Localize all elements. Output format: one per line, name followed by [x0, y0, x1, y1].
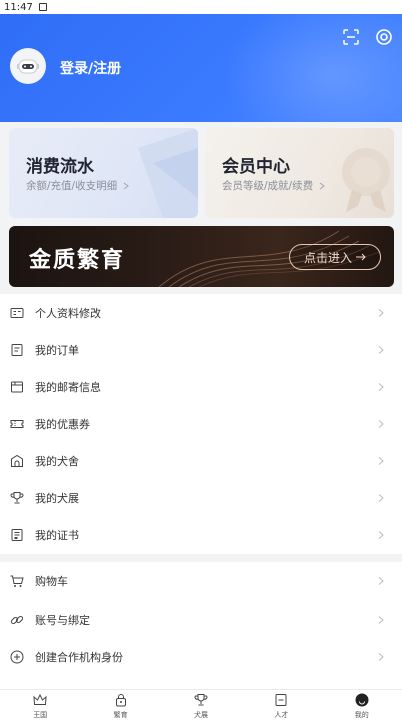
menu-item-label: 账号与绑定 [35, 613, 90, 627]
chevron-right-icon [378, 615, 384, 624]
login-register-link[interactable]: 登录/注册 [60, 58, 121, 78]
chevron-right-icon [319, 182, 325, 189]
arrow-right-icon [356, 253, 366, 261]
tab-label: 我的 [354, 711, 369, 719]
consume-card-subtitle-text: 余额/充值/收支明细 [26, 180, 118, 192]
menu-item-cart[interactable]: 购物车 [0, 562, 402, 599]
menu-item-mailing-info[interactable]: 我的邮寄信息 [0, 368, 402, 405]
bottom-tab-bar: 王国 繁育 犬展 人才 我的 [0, 689, 402, 720]
coupon-icon [10, 419, 24, 428]
tab-label: 犬展 [193, 711, 208, 719]
menu-item-coupons[interactable]: 我的优惠券 [0, 405, 402, 442]
chevron-right-icon [378, 345, 384, 354]
tab-talent[interactable]: 人才 [241, 690, 321, 720]
menu-item-label: 我的优惠券 [35, 417, 90, 431]
lock-bag-icon [115, 694, 126, 707]
profile-card-icon [10, 307, 24, 318]
chevron-right-icon [378, 493, 384, 502]
primary-menu-list: 个人资料修改 我的订单 我的邮寄信息 我的优惠券 我的犬舍 我的犬展 我的证书 [0, 294, 402, 554]
secondary-menu-list: 购物车 账号与绑定 创建合作机构身份 [0, 562, 402, 690]
banner-enter-button[interactable]: 点击进入 [289, 244, 381, 270]
menu-item-label: 购物车 [35, 574, 68, 588]
trophy-icon [10, 491, 24, 503]
menu-item-dog-shows[interactable]: 我的犬展 [0, 479, 402, 516]
chevron-right-icon [378, 382, 384, 391]
chevron-right-icon [378, 530, 384, 539]
menu-item-kennel[interactable]: 我的犬舍 [0, 442, 402, 479]
mail-box-icon [11, 381, 23, 392]
robot-avatar-icon [17, 59, 39, 74]
menu-item-label: 我的订单 [35, 343, 79, 357]
menu-item-label: 我的犬舍 [35, 454, 79, 468]
menu-item-account-binding[interactable]: 账号与绑定 [0, 601, 402, 638]
member-card-subtitle: 会员等级/成就/续费 [222, 178, 325, 193]
chevron-right-icon [123, 182, 129, 189]
consume-card-subtitle: 余额/充值/收支明细 [26, 178, 129, 193]
banner-enter-label: 点击进入 [303, 250, 352, 265]
add-circle-icon [10, 650, 24, 663]
menu-item-label: 个人资料修改 [35, 306, 101, 320]
consume-card-decoration [138, 128, 198, 218]
settings-icon[interactable] [375, 28, 393, 46]
status-time: 11:47 [4, 1, 33, 13]
avatar[interactable] [10, 48, 46, 84]
tab-dog-show[interactable]: 犬展 [161, 690, 241, 720]
golden-breeding-banner[interactable]: 金质繁育 点击进入 [9, 226, 394, 287]
face-icon [355, 693, 369, 707]
cart-icon [10, 575, 24, 587]
menu-item-create-partner[interactable]: 创建合作机构身份 [0, 638, 402, 675]
tab-breeding[interactable]: 繁育 [80, 690, 160, 720]
consume-record-card[interactable]: 消费流水 余额/充值/收支明细 [9, 128, 198, 218]
badge-icon [275, 694, 287, 706]
menu-item-profile-edit[interactable]: 个人资料修改 [0, 294, 402, 331]
menu-item-label: 创建合作机构身份 [35, 650, 123, 664]
notification-icon [38, 3, 47, 11]
chevron-right-icon [378, 576, 384, 585]
profile-header: 登录/注册 [0, 14, 402, 122]
trophy-icon [194, 694, 208, 706]
chevron-right-icon [378, 652, 384, 661]
status-bar: 11:47 [0, 0, 402, 14]
tab-label: 王国 [33, 711, 48, 719]
menu-item-orders[interactable]: 我的订单 [0, 331, 402, 368]
menu-item-label: 我的证书 [35, 528, 79, 542]
tab-label: 人才 [274, 711, 289, 719]
menu-item-label: 我的犬展 [35, 491, 79, 505]
member-card-subtitle-text: 会员等级/成就/续费 [222, 180, 314, 192]
chevron-right-icon [378, 419, 384, 428]
menu-item-certificates[interactable]: 我的证书 [0, 516, 402, 553]
certificate-icon [11, 528, 23, 541]
crown-icon [33, 693, 47, 705]
scan-icon[interactable] [343, 29, 359, 45]
member-center-card[interactable]: 会员中心 会员等级/成就/续费 [205, 128, 394, 218]
tab-mine[interactable]: 我的 [322, 690, 402, 720]
member-card-title: 会员中心 [222, 157, 290, 177]
medal-decoration-icon [342, 148, 390, 212]
tab-kingdom[interactable]: 王国 [0, 690, 80, 720]
kennel-icon [11, 454, 23, 467]
consume-card-title: 消费流水 [26, 157, 94, 177]
banner-title: 金质繁育 [29, 248, 126, 273]
chevron-right-icon [378, 308, 384, 317]
link-icon [10, 615, 24, 624]
tab-label: 繁育 [113, 711, 128, 719]
chevron-right-icon [378, 456, 384, 465]
menu-item-label: 我的邮寄信息 [35, 380, 101, 394]
order-icon [11, 343, 23, 356]
